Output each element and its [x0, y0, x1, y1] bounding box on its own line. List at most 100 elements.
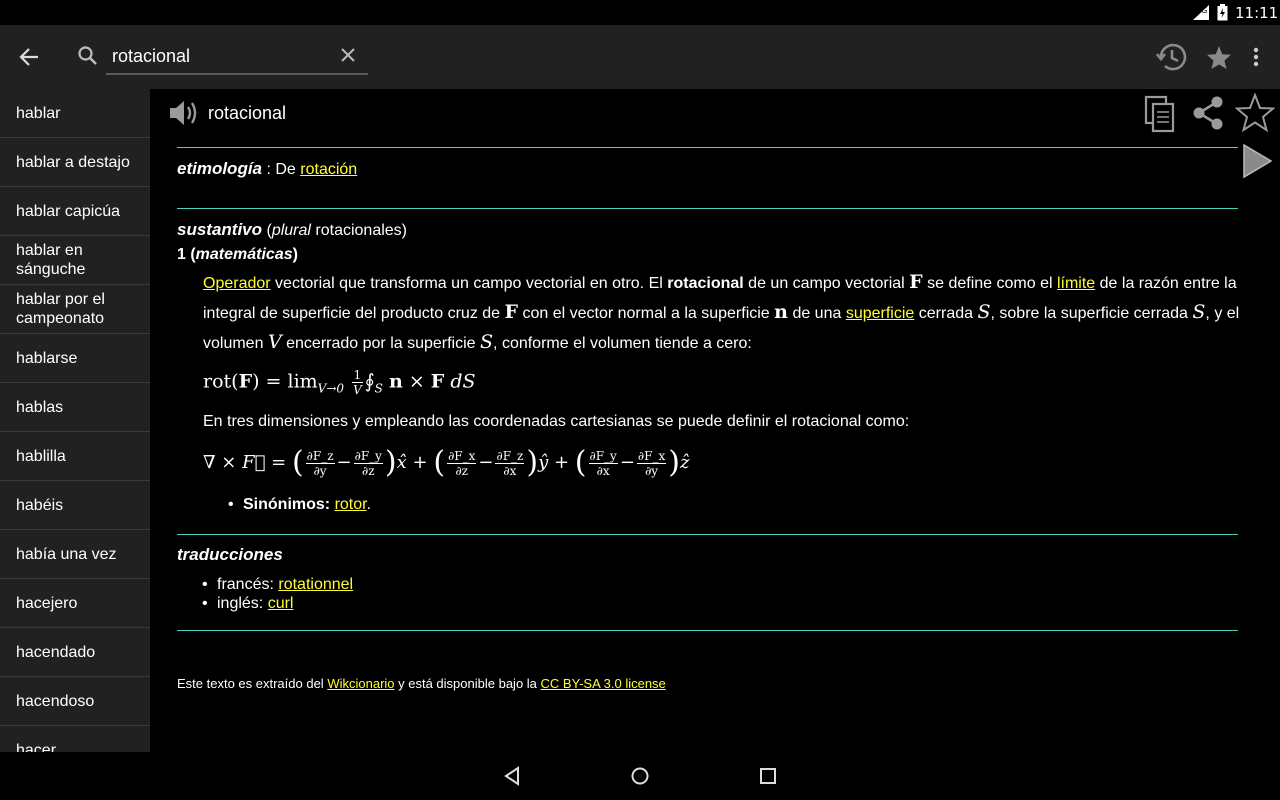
- history-button[interactable]: [1150, 35, 1194, 79]
- wikcionario-link[interactable]: Wikcionario: [327, 676, 394, 691]
- frac-num: ∂F_x: [636, 448, 667, 464]
- app-toolbar: [0, 25, 1280, 89]
- nav-home-button[interactable]: [625, 762, 655, 790]
- synonyms-label: Sinónimos:: [243, 496, 331, 513]
- formula-part: V→0: [317, 381, 345, 396]
- formula-part: ×: [408, 370, 425, 393]
- etymology-line: etimología : De rotación: [177, 159, 357, 179]
- formula-part: rot(: [203, 370, 239, 393]
- frac-num: ∂F_y: [353, 448, 383, 464]
- definition-text: de un campo vectorial: [748, 275, 905, 292]
- link-operador[interactable]: Operador: [203, 275, 271, 292]
- sidebar-item-label: hablar en sánguche: [16, 242, 86, 278]
- back-button[interactable]: [6, 34, 52, 80]
- pos-line: sustantivo (plural rotacionales): [177, 220, 407, 240]
- definition-text: con el vector normal a la superficie: [522, 305, 770, 322]
- sidebar-item-label: habéis: [16, 496, 64, 514]
- formula-part: (: [433, 445, 446, 480]
- frac-num: ∂F_y: [588, 448, 618, 464]
- formula-part: n: [388, 370, 403, 393]
- formula-part: (: [574, 445, 587, 480]
- frac-den: ∂y: [645, 463, 659, 478]
- etymology-label: etimología: [177, 159, 263, 178]
- sidebar-item[interactable]: hablas: [0, 383, 150, 432]
- license-link[interactable]: CC BY-SA 3.0 license: [541, 676, 666, 691]
- formula-part: F: [430, 370, 445, 393]
- sidebar-item[interactable]: hablar en sánguche: [0, 236, 150, 285]
- sidebar-item[interactable]: hablar capicúa: [0, 187, 150, 236]
- copy-button[interactable]: [1144, 95, 1176, 133]
- sidebar-item[interactable]: hablarse: [0, 334, 150, 383]
- sidebar-item[interactable]: hablilla: [0, 432, 150, 481]
- synonym-link[interactable]: rotor: [335, 496, 367, 513]
- synonyms-item: Sinónimos: rotor.: [228, 496, 371, 514]
- link-superficie[interactable]: superficie: [846, 305, 914, 322]
- translation-link[interactable]: curl: [268, 595, 294, 612]
- frac-den: ∂z: [362, 463, 375, 478]
- network-type-label: 3G: [1196, 6, 1208, 15]
- pronounce-button[interactable]: [168, 98, 200, 128]
- formula-rot-definition: rot(F) = limV→0 1 V ∮S n × F dS: [203, 368, 476, 397]
- divider: [177, 630, 1238, 631]
- sidebar-item[interactable]: había una vez: [0, 530, 150, 579]
- frac-den: V: [353, 383, 362, 397]
- translation-lang: inglés:: [217, 595, 264, 612]
- overflow-menu-button[interactable]: [1243, 35, 1269, 79]
- divider: [177, 534, 1238, 535]
- status-bar: 3G 11:11: [0, 0, 1280, 25]
- formula-part: F: [238, 370, 253, 393]
- nav-recents-button[interactable]: [753, 762, 783, 790]
- divider: [177, 208, 1238, 209]
- add-favorite-button[interactable]: [1234, 92, 1276, 133]
- sidebar-item[interactable]: hablar a destajo: [0, 138, 150, 187]
- link-limite[interactable]: límite: [1057, 275, 1095, 292]
- sidebar-item-label: hablar: [16, 104, 61, 122]
- frac-num: ∂F_z: [305, 448, 335, 464]
- share-button[interactable]: [1190, 95, 1226, 131]
- sidebar-item-label: había una vez: [16, 545, 117, 563]
- sidebar-item-label: hablarse: [16, 349, 78, 367]
- definition-text: se define como el: [927, 275, 1053, 292]
- math-symbol: S: [977, 301, 991, 323]
- nav-home-icon: [631, 767, 649, 785]
- definition-text: de una: [792, 305, 842, 322]
- sidebar-item[interactable]: hacejero: [0, 579, 150, 628]
- nav-back-button[interactable]: [497, 762, 527, 790]
- translations-title: traducciones: [177, 545, 283, 564]
- sidebar-item-label: hacendoso: [16, 692, 95, 710]
- sidebar-item-label: hablas: [16, 398, 64, 416]
- math-symbol: V: [267, 331, 282, 353]
- sidebar-item[interactable]: hacendado: [0, 628, 150, 677]
- translation-link[interactable]: rotationnel: [278, 576, 353, 593]
- frac-den: ∂x: [596, 463, 610, 478]
- sidebar-item-label: hacejero: [16, 594, 78, 612]
- sidebar-item[interactable]: habéis: [0, 481, 150, 530]
- frac-num: ∂F_x: [447, 448, 477, 464]
- math-symbol: S: [480, 331, 494, 353]
- sidebar-item[interactable]: hacendoso: [0, 677, 150, 726]
- definition-bold: rotacional: [667, 275, 744, 292]
- cartesian-text: En tres dimensiones y empleando las coor…: [203, 413, 910, 430]
- sidebar-item[interactable]: hablar por el campeonato: [0, 285, 150, 334]
- translation-item: inglés: curl: [202, 595, 294, 613]
- etymology-link[interactable]: rotación: [300, 161, 357, 178]
- formula-part: −: [478, 452, 494, 473]
- math-symbol: n: [774, 301, 788, 323]
- nav-back-icon: [504, 766, 519, 786]
- play-button[interactable]: [1240, 143, 1274, 179]
- play-icon: [1243, 143, 1273, 179]
- favorites-button[interactable]: [1199, 35, 1239, 79]
- frac-den: ∂z: [455, 463, 468, 478]
- formula-fraction: ∂F_z ∂y: [305, 448, 335, 478]
- sidebar-item[interactable]: hacer: [0, 726, 150, 753]
- formula-part: ŷ: [538, 452, 549, 473]
- sidebar-item[interactable]: hablar: [0, 89, 150, 138]
- definition-text: encerrado por la superficie: [286, 335, 476, 352]
- formula-fraction: ∂F_x ∂y: [636, 448, 667, 478]
- search-input[interactable]: [106, 39, 334, 73]
- etymology-text: : De: [266, 161, 296, 178]
- system-nav-bar: [0, 752, 1280, 800]
- formula-part: (: [291, 445, 304, 480]
- clear-search-button[interactable]: [331, 38, 365, 72]
- formula-part: +: [412, 452, 428, 473]
